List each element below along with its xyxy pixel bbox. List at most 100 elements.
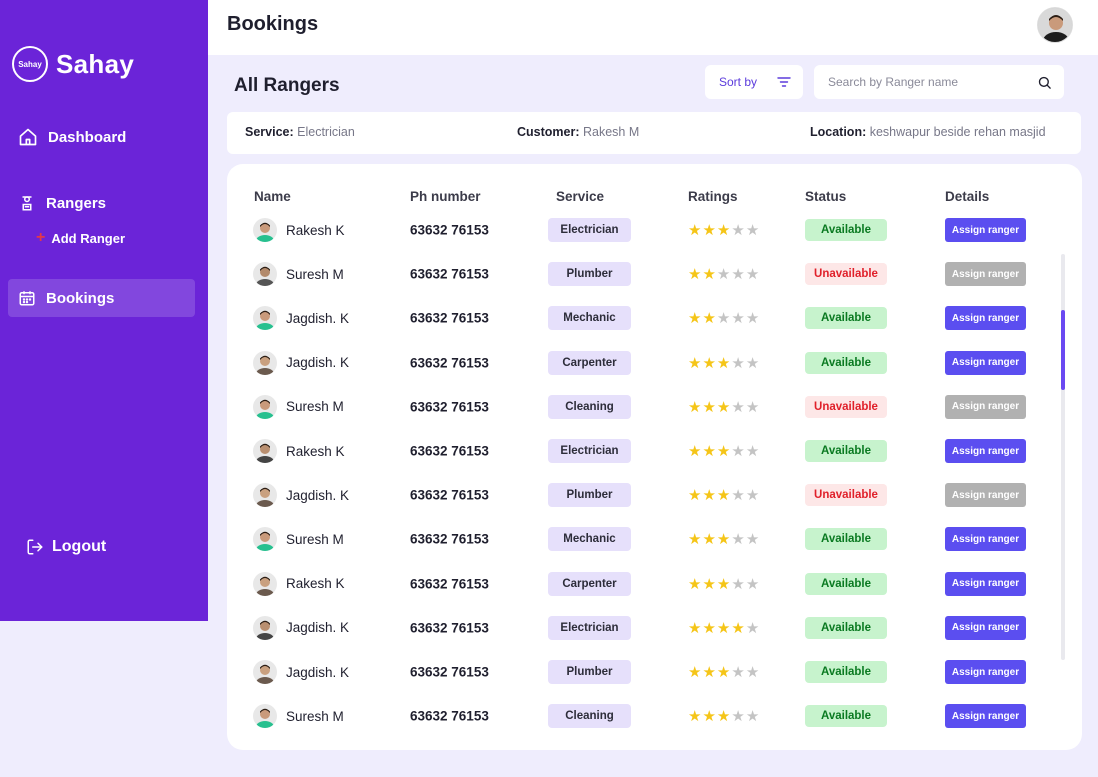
star-icon: ★ xyxy=(702,443,717,460)
ranger-name: Rakesh K xyxy=(286,222,345,238)
status-badge: Available xyxy=(805,528,887,551)
ranger-avatar-icon xyxy=(253,306,277,331)
home-icon xyxy=(19,128,37,146)
ranger-avatar xyxy=(253,660,277,684)
sidebar-item-rangers[interactable]: Rangers xyxy=(8,184,195,222)
ranger-name-cell: Jagdish. K xyxy=(253,660,349,684)
star-icon: ★ xyxy=(731,222,746,239)
ranger-avatar xyxy=(253,483,277,508)
ranger-name: Jagdish. K xyxy=(286,310,350,326)
column-header-service: Service xyxy=(556,189,605,204)
ranger-avatar-icon xyxy=(253,615,277,640)
rating-stars: ★★★★★ xyxy=(688,575,760,593)
sidebar-item-label: Add Ranger xyxy=(51,230,126,246)
sort-button[interactable]: Sort by xyxy=(705,65,803,99)
column-header-name: Name xyxy=(254,189,291,204)
assign-ranger-button[interactable]: Assign ranger xyxy=(945,394,1026,419)
rating-stars: ★★★★★ xyxy=(688,398,760,416)
ranger-phone: 63632 76153 xyxy=(410,487,489,503)
rangers-table: Name Ph number Service Ratings Status De… xyxy=(227,164,1082,750)
ranger-avatar xyxy=(253,615,277,640)
assign-ranger-button[interactable]: Assign ranger xyxy=(945,704,1026,729)
star-icon: ★ xyxy=(716,398,732,416)
assign-ranger-button[interactable]: Assign ranger xyxy=(945,306,1026,331)
assign-ranger-button[interactable]: Assign ranger xyxy=(945,439,1026,463)
ranger-avatar-icon xyxy=(253,262,277,287)
star-icon: ★ xyxy=(702,575,717,593)
rating-stars: ★★★★★ xyxy=(688,530,760,548)
sidebar-item-bookings[interactable]: Bookings xyxy=(8,279,195,317)
status-badge: Available xyxy=(805,440,887,462)
ranger-phone: 63632 76153 xyxy=(410,266,489,282)
column-header-phone: Ph number xyxy=(410,189,481,204)
customer-value: Rakesh M xyxy=(583,125,640,139)
assign-ranger-button[interactable]: Assign ranger xyxy=(945,660,1026,684)
assign-ranger-button[interactable]: Assign ranger xyxy=(945,483,1026,508)
logout-button[interactable]: Logout xyxy=(26,538,106,556)
star-icon: ★ xyxy=(731,664,746,681)
ranger-avatar-icon xyxy=(253,394,277,419)
assign-ranger-button[interactable]: Assign ranger xyxy=(945,527,1026,552)
ranger-avatar xyxy=(253,704,277,729)
sidebar-item-add-ranger[interactable]: + Add Ranger xyxy=(36,230,125,246)
assign-ranger-button[interactable]: Assign ranger xyxy=(945,350,1026,375)
booking-customer-info: Customer: Rakesh M xyxy=(517,125,639,139)
ranger-name: Rakesh K xyxy=(286,576,345,592)
star-icon: ★ xyxy=(716,443,732,460)
table-row: Suresh M 63632 76153 Cleaning ★★★★★ Availabl… xyxy=(227,694,1057,738)
star-icon: ★ xyxy=(688,708,703,726)
search-icon[interactable] xyxy=(1037,75,1052,90)
rating-stars: ★★★★★ xyxy=(688,221,760,239)
sidebar-item-dashboard[interactable]: Dashboard xyxy=(8,118,195,156)
star-icon: ★ xyxy=(745,310,761,328)
star-icon: ★ xyxy=(702,222,717,239)
service-badge: Electrician xyxy=(548,439,631,463)
scrollbar-thumb[interactable] xyxy=(1061,310,1065,390)
star-icon: ★ xyxy=(731,487,746,505)
ranger-name-cell: Jagdish. K xyxy=(253,306,350,331)
table-row: Rakesh K 63632 76153 Electrician ★★★★★ Avail… xyxy=(227,429,1057,473)
ranger-phone: 63632 76153 xyxy=(410,443,489,459)
ranger-avatar xyxy=(253,527,277,552)
star-icon: ★ xyxy=(688,575,703,593)
star-icon: ★ xyxy=(688,310,703,328)
assign-ranger-button[interactable]: Assign ranger xyxy=(945,262,1026,287)
star-icon: ★ xyxy=(745,708,761,726)
logo-mark-icon: Sahay xyxy=(12,46,48,82)
status-badge: Available xyxy=(805,307,887,330)
ranger-name-cell: Jagdish. K xyxy=(253,350,349,375)
assign-ranger-button[interactable]: Assign ranger xyxy=(945,218,1026,242)
star-icon: ★ xyxy=(716,619,732,637)
ranger-name: Jagdish. K xyxy=(286,487,350,503)
ranger-avatar-icon xyxy=(253,527,277,552)
column-header-details: Details xyxy=(945,189,990,204)
section-title: All Rangers xyxy=(234,75,340,96)
ranger-avatar xyxy=(253,439,277,463)
star-icon: ★ xyxy=(688,443,703,460)
status-badge: Available xyxy=(805,705,887,728)
rating-stars: ★★★★★ xyxy=(688,486,760,504)
search-input[interactable] xyxy=(828,75,1037,89)
table-row: Jagdish. K 63632 76153 Plumber ★★★★★ Availab… xyxy=(227,650,1057,694)
logo-mark-text: Sahay xyxy=(18,59,42,69)
service-badge: Electrician xyxy=(548,615,631,640)
table-row: Jagdish. K 63632 76153 Electrician ★★★★★ Ava… xyxy=(227,606,1057,650)
star-icon: ★ xyxy=(702,664,717,681)
booking-info-bar: Service: Electrician Customer: Rakesh M … xyxy=(227,112,1081,154)
star-icon: ★ xyxy=(702,708,717,726)
service-badge: Carpenter xyxy=(548,350,631,375)
assign-ranger-button[interactable]: Assign ranger xyxy=(945,571,1026,596)
brand-logo[interactable]: Sahay Sahay xyxy=(12,46,134,82)
ranger-name: Suresh M xyxy=(286,399,344,415)
column-header-ratings: Ratings xyxy=(688,189,738,204)
ranger-phone: 63632 76153 xyxy=(410,531,489,547)
user-avatar[interactable] xyxy=(1037,7,1073,43)
status-badge: Available xyxy=(805,351,887,374)
assign-ranger-button[interactable]: Assign ranger xyxy=(945,615,1026,640)
status-badge: Available xyxy=(805,219,887,241)
status-badge: Unavailable xyxy=(805,395,887,418)
status-badge: Available xyxy=(805,616,887,639)
ranger-avatar xyxy=(253,306,277,331)
ranger-name-cell: Jagdish. K xyxy=(253,615,349,640)
location-label: Location: xyxy=(810,125,867,139)
